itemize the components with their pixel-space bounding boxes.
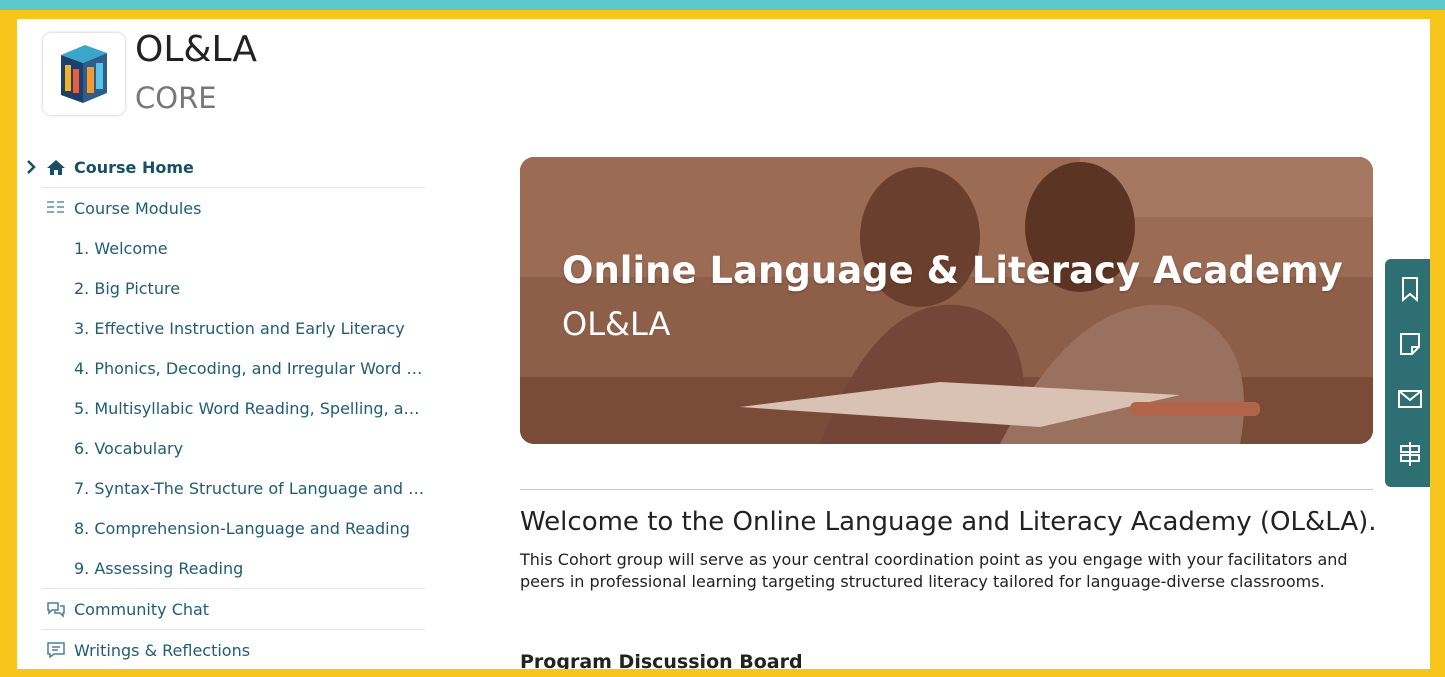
sidebar-item-label: Community Chat <box>74 600 210 619</box>
module-item-label: 8. Comprehension-Language and Reading <box>74 519 410 538</box>
list-icon <box>47 201 64 213</box>
module-item[interactable]: 9. Assessing Reading <box>42 548 425 589</box>
chat-icon <box>47 602 65 618</box>
hero-banner: Online Language & Literacy Academy OL&LA <box>520 157 1373 444</box>
sidebar-item-label: Course Home <box>74 158 194 177</box>
bookmark-icon[interactable] <box>1397 275 1423 303</box>
page: OL&LA CORE Course Home Course Modules 1.… <box>17 19 1430 669</box>
home-icon <box>47 160 65 175</box>
site-title: OL&LA <box>135 29 257 70</box>
sidebar-item-community-chat[interactable]: Community Chat <box>42 589 425 630</box>
welcome-description: This Cohort group will serve as your cen… <box>520 550 1348 591</box>
module-item[interactable]: 5. Multisyllabic Word Reading, Spelling,… <box>42 388 426 428</box>
welcome-heading: Welcome to the Online Language and Liter… <box>520 507 1377 537</box>
sidebar-nav: Course Home Course Modules 1. Welcome 2.… <box>17 147 437 669</box>
module-item-label: 2. Big Picture <box>74 279 181 298</box>
hero-subtitle: OL&LA <box>562 305 671 343</box>
logo-icon <box>61 45 107 103</box>
site-subtitle: CORE <box>135 81 217 115</box>
module-item-label: 7. Syntax-The Structure of Language and … <box>74 479 426 498</box>
module-item[interactable]: 3. Effective Instruction and Early Liter… <box>42 308 425 348</box>
note-icon[interactable] <box>1397 330 1423 358</box>
side-toolbar <box>1385 259 1430 487</box>
course-logo[interactable] <box>43 33 125 115</box>
module-item[interactable]: 1. Welcome <box>42 228 425 268</box>
hero-photo <box>520 157 1373 444</box>
module-item[interactable]: 6. Vocabulary <box>42 428 425 468</box>
module-item-label: 5. Multisyllabic Word Reading, Spelling,… <box>74 399 426 418</box>
module-item[interactable]: 2. Big Picture <box>42 268 425 308</box>
discussion-board-heading: Program Discussion Board <box>520 651 803 669</box>
signpost-icon[interactable] <box>1397 440 1423 468</box>
module-item-label: 4. Phonics, Decoding, and Irregular Word… <box>74 359 426 378</box>
divider <box>520 489 1373 490</box>
module-item[interactable]: 8. Comprehension-Language and Reading <box>42 508 425 548</box>
module-item[interactable]: 7. Syntax-The Structure of Language and … <box>42 468 426 508</box>
hero-title: Online Language & Literacy Academy <box>562 249 1343 292</box>
sidebar-item-course-home[interactable]: Course Home <box>42 147 425 188</box>
module-item-label: 9. Assessing Reading <box>74 559 244 578</box>
sidebar-item-writings[interactable]: Writings & Reflections <box>42 630 425 669</box>
module-item-label: 1. Welcome <box>74 239 168 258</box>
comment-icon <box>47 642 65 659</box>
module-item[interactable]: 4. Phonics, Decoding, and Irregular Word… <box>42 348 426 388</box>
module-item-label: 3. Effective Instruction and Early Liter… <box>74 319 405 338</box>
yellow-frame: OL&LA CORE Course Home Course Modules 1.… <box>0 10 1445 677</box>
mail-icon[interactable] <box>1397 385 1423 413</box>
sidebar-item-label: Writings & Reflections <box>74 641 251 660</box>
sidebar-item-label: Course Modules <box>74 199 202 218</box>
module-item-label: 6. Vocabulary <box>74 439 184 458</box>
sidebar-item-course-modules[interactable]: Course Modules <box>42 188 425 228</box>
